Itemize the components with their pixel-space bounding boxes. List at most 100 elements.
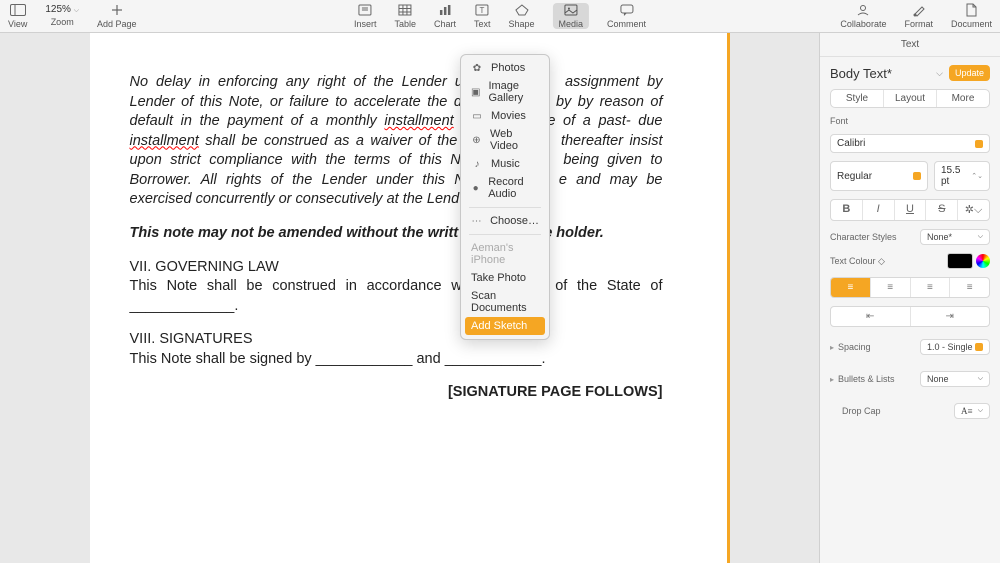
top-toolbar: View 125% ⌵ Zoom Add Page Insert Table C… xyxy=(0,0,1000,33)
update-style-button[interactable]: Update xyxy=(949,65,990,81)
chevron-right-icon: ▸ xyxy=(830,375,834,384)
font-options-button[interactable]: ✲⌵ xyxy=(958,200,989,220)
comment-icon xyxy=(619,3,635,17)
color-indicator xyxy=(975,343,983,351)
document-icon xyxy=(963,3,979,17)
align-center-button[interactable]: ≡ xyxy=(871,278,911,297)
tab-layout[interactable]: Layout xyxy=(884,90,937,107)
movies-icon: ▭ xyxy=(471,111,483,122)
media-button[interactable]: Media xyxy=(553,3,590,29)
font-size-stepper[interactable]: 15.5 pt⌃⌄ xyxy=(934,161,990,191)
menu-scan-documents[interactable]: Scan Documents xyxy=(461,287,549,317)
indent-segment: ⇤ ⇥ xyxy=(830,306,990,327)
image-icon xyxy=(563,3,579,17)
body-paragraph: This Note shall be signed by ___________… xyxy=(130,350,663,370)
color-indicator xyxy=(975,140,983,148)
font-weight-select[interactable]: Regular xyxy=(830,161,928,191)
bullets-row[interactable]: ▸Bullets & Lists None⌵ xyxy=(830,367,990,391)
body-paragraph: No delay in enforcing any right of the L… xyxy=(130,73,663,210)
insert-button[interactable]: Insert xyxy=(354,3,377,29)
ellipsis-icon: ⋯ xyxy=(471,216,482,227)
plus-icon xyxy=(109,3,125,17)
text-button[interactable]: TText xyxy=(474,3,491,29)
paragraph-style-name[interactable]: Body Text* xyxy=(830,66,930,81)
spacing-row[interactable]: ▸Spacing 1.0 - Single xyxy=(830,335,990,359)
font-section-label: Font xyxy=(830,116,990,126)
align-justify-button[interactable]: ≡ xyxy=(950,278,989,297)
chart-button[interactable]: Chart xyxy=(434,3,456,29)
inspector-mode-tabs: Style Layout More xyxy=(830,89,990,108)
add-page-button[interactable]: Add Page xyxy=(97,3,137,29)
tab-more[interactable]: More xyxy=(937,90,989,107)
menu-separator xyxy=(469,207,541,208)
char-styles-select[interactable]: None*⌵ xyxy=(920,229,990,245)
body-paragraph: This note may not be amended without the… xyxy=(130,224,663,244)
signature-follows: [SIGNATURE PAGE FOLLOWS] xyxy=(130,383,663,403)
spacing-select[interactable]: 1.0 - Single xyxy=(920,339,990,355)
menu-web-video[interactable]: ⊕Web Video xyxy=(461,125,549,155)
page: No delay in enforcing any right of the L… xyxy=(90,33,730,563)
text-colour-swatch[interactable] xyxy=(947,253,973,269)
sidebar-icon xyxy=(10,3,26,17)
photos-icon: ✿ xyxy=(471,63,483,74)
italic-button[interactable]: I xyxy=(863,200,895,220)
insert-icon xyxy=(357,3,373,17)
heading: VII. GOVERNING LAW xyxy=(130,258,663,278)
outdent-button[interactable]: ⇤ xyxy=(831,307,911,326)
menu-device-header: Aeman's iPhone xyxy=(461,239,549,269)
indent-button[interactable]: ⇥ xyxy=(911,307,990,326)
heading: VIII. SIGNATURES xyxy=(130,330,663,350)
inspector-tab-text[interactable]: Text xyxy=(820,33,1000,57)
chart-icon xyxy=(437,3,453,17)
chevron-right-icon: ▸ xyxy=(830,343,834,352)
menu-separator xyxy=(469,234,541,235)
gallery-icon: ▣ xyxy=(471,87,480,98)
format-inspector: Text Body Text* ⌵ Update Style Layout Mo… xyxy=(819,33,1000,563)
table-icon xyxy=(397,3,413,17)
colour-picker-button[interactable] xyxy=(976,254,990,268)
body-paragraph: This Note shall be construed in accordan… xyxy=(130,277,663,316)
char-styles-label: Character Styles xyxy=(830,232,897,242)
font-style-buttons: B I U S ✲⌵ xyxy=(830,199,990,221)
media-dropdown: ✿Photos ▣Image Gallery ▭Movies ⊕Web Vide… xyxy=(460,54,550,340)
menu-photos[interactable]: ✿Photos xyxy=(461,59,549,77)
table-button[interactable]: Table xyxy=(394,3,416,29)
dropcap-select[interactable]: A≡⌵ xyxy=(954,403,990,419)
format-button[interactable]: Format xyxy=(904,3,933,29)
font-family-select[interactable]: Calibri xyxy=(830,134,990,153)
menu-image-gallery[interactable]: ▣Image Gallery xyxy=(461,77,549,107)
menu-take-photo[interactable]: Take Photo xyxy=(461,269,549,287)
zoom-control[interactable]: 125% ⌵ Zoom xyxy=(45,5,79,27)
collaborate-icon xyxy=(855,3,871,17)
text-align-segment: ≡ ≡ ≡ ≡ xyxy=(830,277,990,298)
menu-choose[interactable]: ⋯Choose… xyxy=(461,212,549,230)
menu-record-audio[interactable]: ●Record Audio xyxy=(461,173,549,203)
view-button[interactable]: View xyxy=(8,3,27,29)
menu-music[interactable]: ♪Music xyxy=(461,155,549,173)
tab-style[interactable]: Style xyxy=(831,90,884,107)
align-right-button[interactable]: ≡ xyxy=(911,278,951,297)
text-icon: T xyxy=(474,3,490,17)
shape-icon xyxy=(514,3,530,17)
document-canvas[interactable]: No delay in enforcing any right of the L… xyxy=(0,33,819,563)
bullets-select[interactable]: None⌵ xyxy=(920,371,990,387)
mic-icon: ● xyxy=(471,183,480,194)
comment-button[interactable]: Comment xyxy=(607,3,646,29)
strike-button[interactable]: S xyxy=(926,200,958,220)
music-icon: ♪ xyxy=(471,159,483,170)
chevron-down-icon[interactable]: ⌵ xyxy=(936,68,943,79)
document-button[interactable]: Document xyxy=(951,3,992,29)
brush-icon xyxy=(911,3,927,17)
text-colour-label: Text Colour ◇ xyxy=(830,256,885,267)
underline-button[interactable]: U xyxy=(895,200,927,220)
menu-movies[interactable]: ▭Movies xyxy=(461,107,549,125)
menu-add-sketch[interactable]: Add Sketch xyxy=(465,317,545,335)
align-left-button[interactable]: ≡ xyxy=(831,278,871,297)
globe-icon: ⊕ xyxy=(471,135,482,146)
dropcap-row[interactable]: Drop Cap A≡⌵ xyxy=(830,399,990,423)
shape-button[interactable]: Shape xyxy=(509,3,535,29)
color-indicator xyxy=(913,172,921,180)
bold-button[interactable]: B xyxy=(831,200,863,220)
collaborate-button[interactable]: Collaborate xyxy=(840,3,886,29)
svg-text:T: T xyxy=(480,6,485,15)
